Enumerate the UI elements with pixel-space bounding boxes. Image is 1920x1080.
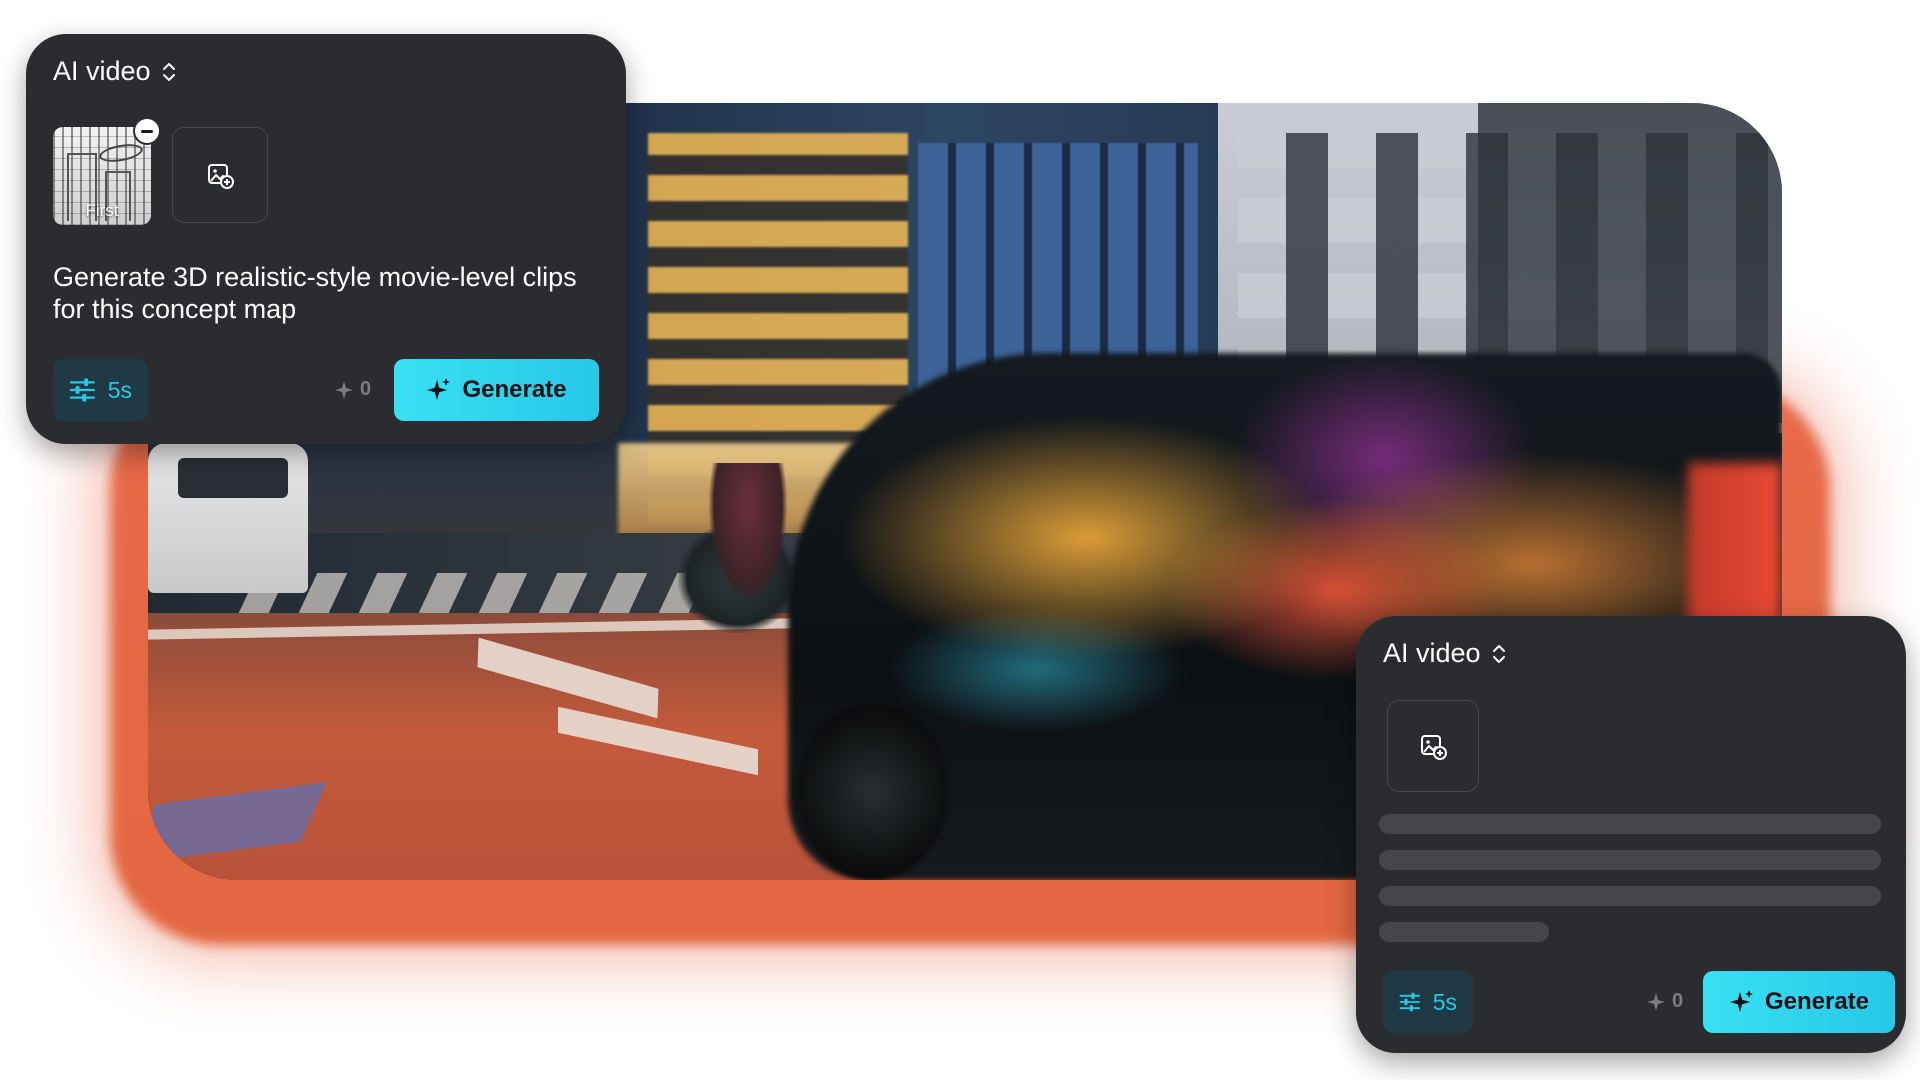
credit-cost: 0 [334, 378, 371, 401]
ai-video-panel-loading: AI video 5s 0 Generate [1356, 616, 1906, 1053]
remove-icon[interactable] [135, 119, 159, 143]
stage: AI video First Generate 3D realistic-sty… [0, 0, 1920, 1080]
generate-button[interactable]: Generate [394, 359, 599, 421]
duration-settings-button[interactable]: 5s [1383, 971, 1473, 1033]
chevron-up-down-icon [162, 62, 175, 81]
generate-label: Generate [462, 376, 567, 403]
duration-settings-button[interactable]: 5s [53, 359, 148, 421]
prompt-skeleton-line [1379, 886, 1881, 906]
credit-count: 0 [360, 378, 372, 400]
ai-video-panel-filled: AI video First Generate 3D realistic-sty… [26, 34, 626, 444]
prompt-skeleton-line [1379, 814, 1881, 834]
prompt-skeleton-line [1379, 922, 1549, 942]
sketch-aircraft [97, 141, 145, 165]
sparkle-icon [1647, 992, 1665, 1011]
mode-selector-label: AI video [1383, 638, 1481, 668]
credit-count: 0 [1672, 990, 1684, 1012]
prompt-text[interactable]: Generate 3D realistic-style movie-level … [53, 261, 593, 325]
chevron-up-down-icon [1492, 644, 1505, 663]
scene-car-wheel [798, 703, 948, 880]
add-image-button[interactable] [172, 127, 268, 223]
scene-van-window [178, 458, 288, 498]
sliders-icon [69, 378, 95, 402]
generate-label: Generate [1764, 988, 1870, 1015]
sliders-icon [1399, 992, 1421, 1012]
prompt-skeleton-line [1379, 850, 1881, 870]
add-image-icon [1421, 735, 1447, 760]
duration-label: 5s [1432, 988, 1457, 1015]
first-frame-thumbnail[interactable]: First [53, 119, 159, 225]
sparkle-icon [427, 378, 451, 400]
duration-label: 5s [107, 376, 132, 403]
thumbnail-label: First [85, 201, 119, 220]
sparkle-icon [335, 380, 353, 399]
scene-rider [708, 463, 788, 603]
credit-cost: 0 [1646, 990, 1683, 1013]
generate-button[interactable]: Generate [1703, 971, 1895, 1033]
add-image-icon [208, 164, 234, 189]
mode-selector[interactable]: AI video [1383, 638, 1507, 669]
sparkle-icon [1729, 990, 1753, 1012]
mode-selector[interactable]: AI video [53, 56, 177, 87]
add-image-button[interactable] [1387, 700, 1479, 792]
mode-selector-label: AI video [53, 56, 151, 86]
